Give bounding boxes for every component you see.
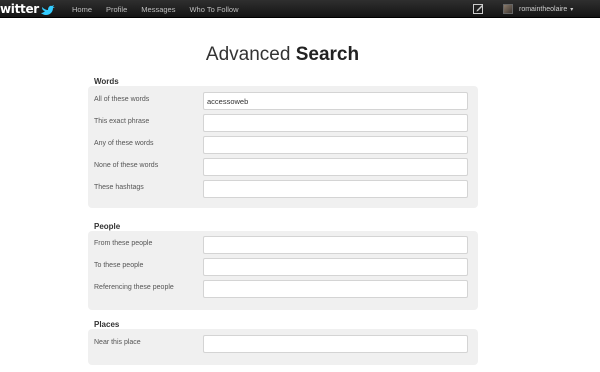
any-words-input[interactable] [203,136,468,154]
username: romaintheolaire [519,5,568,13]
form-row: Near this place [88,333,478,355]
none-words-input[interactable] [203,158,468,176]
hashtags-input[interactable] [203,180,468,198]
page-title: Advanced Search [0,44,565,66]
top-navigation-bar: witter Home Profile Messages Who To Foll… [0,0,600,18]
places-section: Places Near this place [88,320,478,366]
to-people-input[interactable] [203,258,468,276]
avatar [503,4,513,14]
twitter-logo[interactable]: witter [0,1,55,17]
caret-down-icon: ▾ [570,6,574,13]
user-menu[interactable]: romaintheolaire ▾ [503,0,573,18]
words-section-title: Words [94,77,119,86]
near-place-input[interactable] [203,335,468,353]
hashtags-label: These hashtags [94,184,144,191]
all-words-input[interactable] [203,92,468,110]
page-title-light: Advanced [205,44,296,65]
words-section: Words All of these words This exact phra… [88,77,478,208]
all-words-label: All of these words [94,96,150,103]
places-section-title: Places [94,320,120,329]
form-row: From these people [88,234,478,256]
nav-home-link[interactable]: Home [72,5,92,14]
nav-profile-link[interactable]: Profile [106,5,127,14]
main-nav: Home Profile Messages Who To Follow [72,0,253,18]
from-people-input[interactable] [203,236,468,254]
people-section-title: People [94,222,121,231]
nav-who-to-follow-link[interactable]: Who To Follow [189,5,238,14]
form-row: This exact phrase [88,112,478,134]
referencing-people-input[interactable] [203,280,468,298]
form-row: All of these words [88,90,478,112]
logo-text: witter [0,2,39,16]
to-people-label: To these people [94,262,144,269]
words-section-box: All of these words This exact phrase Any… [88,86,478,208]
compose-icon[interactable] [473,3,484,14]
form-row: Referencing these people [88,278,478,300]
form-row: None of these words [88,156,478,178]
form-row: Any of these words [88,134,478,156]
people-section: People From these people To these people… [88,222,478,310]
places-section-box: Near this place [88,329,478,365]
twitter-bird-icon [40,4,55,15]
page-title-bold: Search [295,44,360,65]
none-words-label: None of these words [94,162,159,169]
referencing-people-label: Referencing these people [94,284,174,291]
exact-phrase-input[interactable] [203,114,468,132]
any-words-label: Any of these words [94,140,154,147]
nav-messages-link[interactable]: Messages [141,5,175,14]
near-place-label: Near this place [94,339,141,346]
exact-phrase-label: This exact phrase [94,118,150,125]
form-row: To these people [88,256,478,278]
from-people-label: From these people [94,240,153,247]
form-row: These hashtags [88,178,478,200]
people-section-box: From these people To these people Refere… [88,231,478,310]
